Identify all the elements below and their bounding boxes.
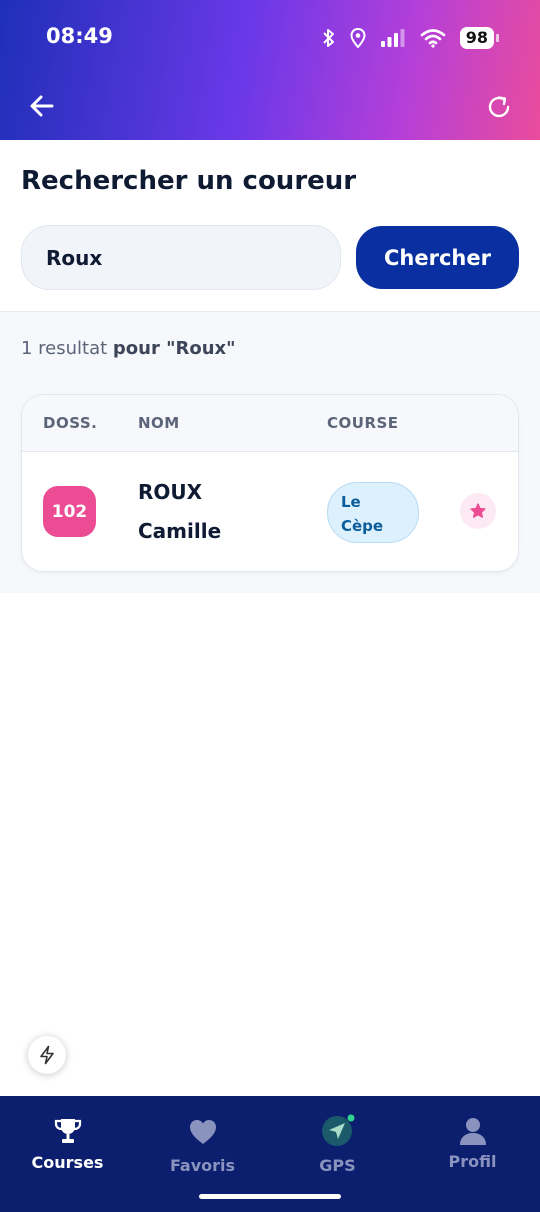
favorite-button[interactable]	[460, 493, 496, 529]
bib-number-badge: 102	[43, 486, 96, 537]
user-icon	[459, 1118, 486, 1145]
search-button[interactable]: Chercher	[356, 226, 519, 289]
results-section: 1 resultat pour "Roux" DOSS. NOM COURSE …	[0, 312, 540, 593]
nav-item-favoris[interactable]: Favoris	[135, 1096, 270, 1196]
course-badge: Le Cèpe	[327, 482, 419, 543]
runner-last-name: ROUX	[138, 480, 203, 504]
nav-item-profil[interactable]: Profil	[405, 1096, 540, 1196]
location-icon	[350, 28, 366, 48]
status-icons: 98	[322, 24, 500, 52]
nav-item-gps[interactable]: GPS	[270, 1096, 405, 1196]
lightning-icon	[40, 1045, 54, 1065]
search-input[interactable]	[21, 225, 341, 290]
signal-icon	[380, 29, 405, 47]
search-section: Rechercher un coureur Chercher	[0, 140, 540, 312]
runner-first-name: Camille	[138, 519, 222, 543]
column-header-name: NOM	[138, 414, 180, 432]
result-count-number: 1 resultat	[21, 338, 108, 359]
star-icon	[470, 503, 486, 518]
result-count: 1 resultat pour "Roux"	[21, 338, 236, 359]
home-indicator	[199, 1194, 341, 1199]
nav-label-gps: GPS	[319, 1156, 356, 1175]
navigation-arrow-icon	[321, 1114, 354, 1146]
nav-item-courses[interactable]: Courses	[0, 1096, 135, 1196]
nav-label-favoris: Favoris	[169, 1156, 236, 1175]
refresh-icon[interactable]	[484, 92, 514, 122]
course-name-line1: Le	[341, 493, 361, 511]
wifi-icon	[420, 29, 446, 48]
nav-label-profil: Profil	[448, 1152, 497, 1171]
heart-icon	[189, 1120, 216, 1144]
status-time: 08:49	[46, 24, 113, 48]
result-count-query: pour "Roux"	[112, 338, 236, 359]
results-table: DOSS. NOM COURSE 102 ROUX Camille Le Cèp…	[21, 394, 519, 572]
course-name-line2: Cèpe	[341, 517, 384, 535]
trophy-icon	[54, 1119, 81, 1143]
back-arrow-icon[interactable]	[26, 90, 58, 122]
column-header-bib: DOSS.	[43, 414, 98, 432]
app-header: 08:49 98	[0, 0, 540, 140]
bluetooth-icon	[323, 29, 334, 47]
bottom-navigation: Courses Favoris GPS Profil	[0, 1096, 540, 1212]
nav-label-courses: Courses	[31, 1153, 104, 1172]
battery-indicator: 98	[459, 27, 500, 49]
column-header-course: COURSE	[327, 414, 399, 432]
quick-action-button[interactable]	[28, 1036, 66, 1074]
page-title: Rechercher un coureur	[21, 166, 357, 196]
table-header: DOSS. NOM COURSE	[22, 395, 518, 452]
table-row[interactable]: 102 ROUX Camille Le Cèpe	[22, 452, 518, 571]
